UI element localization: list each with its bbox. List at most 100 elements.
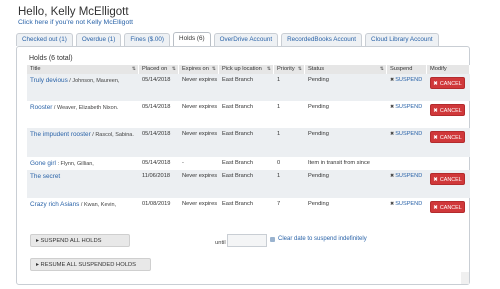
- cancel-hold-button[interactable]: ✖ CANCEL: [430, 104, 465, 116]
- sort-icon: ⇅: [379, 66, 384, 72]
- expires-on-cell: Never expires: [182, 201, 218, 207]
- col-title-label: Title: [30, 66, 41, 72]
- cancel-hold-button[interactable]: ✖ CANCEL: [430, 201, 465, 213]
- col-status[interactable]: Status ⇅: [305, 65, 387, 74]
- hold-title-cell: The impudent rooster / Rascol, Sabina.: [27, 128, 139, 157]
- col-modify: Modify: [427, 65, 470, 74]
- hold-title-link[interactable]: The secret: [30, 173, 60, 180]
- suspend-link[interactable]: ✖SUSPEND: [390, 201, 422, 207]
- sort-icon: ⇅: [131, 66, 136, 72]
- close-icon: ✖: [433, 177, 438, 183]
- table-row: The secret 11/06/2018 Never expires East…: [27, 170, 470, 198]
- hold-author: / Kwan, Kevin,: [79, 202, 117, 208]
- hold-title-cell: The secret: [27, 170, 139, 198]
- suspend-all-holds-button[interactable]: ▸ SUSPEND ALL HOLDS: [30, 234, 130, 247]
- col-modify-label: Modify: [430, 66, 447, 72]
- hold-title-cell: Gone girl : Flynn, Gillian,: [27, 157, 139, 170]
- modify-cell: ✖ CANCEL: [427, 101, 470, 128]
- close-icon: ✖: [390, 131, 395, 137]
- expires-on-cell: Never expires: [182, 173, 218, 179]
- clear-date-link[interactable]: Clear date to suspend indefinitely: [278, 236, 367, 242]
- col-placed-label: Placed on: [142, 66, 168, 72]
- table-row: Truly devious / Johnson, Maureen, 05/14/…: [27, 74, 470, 101]
- hold-author: / Rascol, Sabina.: [90, 132, 134, 138]
- priority-cell: 7: [277, 201, 281, 207]
- table-row: Rooster / Weaver, Elizabeth Nixon. 05/14…: [27, 101, 470, 128]
- modify-cell: ✖ CANCEL: [427, 128, 470, 157]
- col-title[interactable]: Title ⇅: [27, 65, 139, 74]
- hold-title-link[interactable]: Rooster: [30, 104, 52, 111]
- resume-all-suspended-holds-button[interactable]: ▸ RESUME ALL SUSPENDED HOLDS: [30, 258, 151, 271]
- table-row: Gone girl : Flynn, Gillian, 05/14/2018 -…: [27, 157, 470, 170]
- close-icon: ✖: [390, 77, 395, 83]
- close-icon: ✖: [433, 135, 438, 141]
- suspend-cell: ✖SUSPEND: [387, 170, 427, 198]
- holds-total-title: Holds (6 total): [29, 55, 73, 62]
- until-label: until: [215, 240, 226, 246]
- col-expires-label: Expires on: [182, 66, 209, 72]
- suspend-link[interactable]: ✖SUSPEND: [390, 104, 422, 110]
- status-cell: Pending: [308, 131, 329, 137]
- scrollbar[interactable]: [461, 272, 469, 284]
- status-cell: Item in transit from since: [308, 160, 370, 166]
- suspend-label: SUSPEND: [395, 173, 423, 179]
- holds-table-header: Title ⇅ Placed on ⇅ Expires on ⇅ Pick up lo…: [27, 65, 470, 74]
- expires-on-cell: Never expires: [182, 77, 218, 83]
- cancel-label: CANCEL: [439, 135, 462, 141]
- col-suspend-label: Suspend: [390, 66, 413, 72]
- pickup-location-cell: East Branch: [222, 201, 253, 207]
- hold-title-link[interactable]: Crazy rich Asians: [30, 201, 79, 208]
- hold-title-link[interactable]: Truly devious: [30, 77, 68, 84]
- pickup-location-cell: East Branch: [222, 77, 253, 83]
- col-pickup-location[interactable]: Pick up location ⇅: [219, 65, 274, 74]
- cancel-hold-button[interactable]: ✖ CANCEL: [430, 77, 465, 89]
- placed-on-cell: 05/14/2018: [142, 77, 171, 83]
- hold-title-link[interactable]: The impudent rooster: [30, 131, 91, 138]
- cancel-hold-button[interactable]: ✖ CANCEL: [430, 173, 465, 185]
- suspend-link[interactable]: ✖SUSPEND: [390, 131, 422, 137]
- tab-recordedbooks-account[interactable]: RecordedBooks Account: [281, 33, 363, 46]
- hold-title-link[interactable]: Gone girl: [30, 160, 56, 167]
- col-expires-on[interactable]: Expires on ⇅: [179, 65, 219, 74]
- pickup-location-cell: East Branch: [222, 131, 253, 137]
- table-row: Crazy rich Asians / Kwan, Kevin, 01/08/2…: [27, 198, 470, 226]
- suspend-label: SUSPEND: [395, 77, 423, 83]
- cancel-hold-button[interactable]: ✖ CANCEL: [430, 131, 465, 143]
- suspend-cell: [387, 157, 427, 170]
- tab-cloud-library-account[interactable]: Cloud Library Account: [365, 33, 439, 46]
- tab-holds[interactable]: Holds (6): [173, 32, 211, 46]
- tab-overdue[interactable]: Overdue (1): [75, 33, 122, 46]
- calendar-icon: [270, 237, 275, 242]
- suspend-label: SUSPEND: [395, 201, 423, 207]
- tab-checked-out[interactable]: Checked out (1): [16, 33, 73, 46]
- sort-icon: ⇅: [171, 66, 176, 72]
- close-icon: ✖: [433, 108, 438, 114]
- modify-cell: ✖ CANCEL: [427, 170, 470, 198]
- sort-icon: ⇅: [211, 66, 216, 72]
- suspend-cell: ✖SUSPEND: [387, 74, 427, 101]
- status-cell: Pending: [308, 77, 329, 83]
- expires-on-cell: -: [182, 160, 184, 166]
- placed-on-cell: 01/08/2019: [142, 201, 171, 207]
- modify-cell: [427, 157, 470, 170]
- col-pickup-label: Pick up location: [222, 66, 262, 72]
- status-cell: Pending: [308, 201, 329, 207]
- status-cell: Pending: [308, 173, 329, 179]
- suspend-until-date-input[interactable]: [227, 234, 267, 247]
- account-tabs: Checked out (1) Overdue (1) Fines ($.00)…: [16, 32, 439, 47]
- table-row: The impudent rooster / Rascol, Sabina. 0…: [27, 128, 470, 157]
- holds-table: Title ⇅ Placed on ⇅ Expires on ⇅ Pick up lo…: [27, 65, 470, 226]
- hold-author: / Johnson, Maureen,: [67, 78, 120, 84]
- tab-overdrive-account[interactable]: OverDrive Account: [213, 33, 279, 46]
- cancel-label: CANCEL: [439, 108, 462, 114]
- sort-icon: ⇅: [266, 66, 271, 72]
- close-icon: ✖: [433, 205, 438, 211]
- hold-author: : Flynn, Gillian,: [55, 161, 94, 167]
- not-me-link[interactable]: Click here if you're not Kelly McElligot…: [18, 19, 133, 26]
- col-priority[interactable]: Priority ⇅: [274, 65, 305, 74]
- suspend-link[interactable]: ✖SUSPEND: [390, 77, 422, 83]
- suspend-link[interactable]: ✖SUSPEND: [390, 173, 422, 179]
- col-placed-on[interactable]: Placed on ⇅: [139, 65, 179, 74]
- tab-fines[interactable]: Fines ($.00): [124, 33, 171, 46]
- expires-on-cell: Never expires: [182, 104, 218, 110]
